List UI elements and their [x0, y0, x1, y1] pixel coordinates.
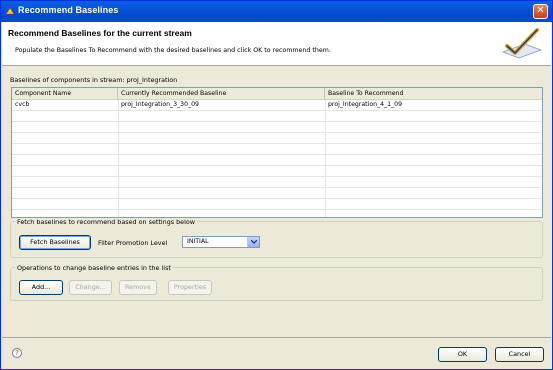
table-row-empty — [12, 199, 542, 210]
column-header-component[interactable]: Component Name — [12, 88, 118, 100]
chevron-down-icon[interactable] — [247, 237, 259, 247]
fetch-baselines-button[interactable]: Fetch Baselines — [19, 235, 91, 250]
table-section-label: Baselines of components in stream: proj_… — [10, 76, 178, 84]
table-header: Component Name Currently Recommended Bas… — [12, 88, 542, 100]
change-button[interactable]: Change... — [69, 280, 112, 295]
add-button[interactable]: Add... — [19, 280, 63, 295]
table-row-empty — [12, 144, 542, 155]
ok-button[interactable]: OK — [438, 347, 487, 362]
remove-button[interactable]: Remove — [119, 280, 157, 295]
table-row-empty — [12, 188, 542, 199]
properties-button[interactable]: Properties — [168, 280, 212, 295]
table-row[interactable]: cvcb proj_Integration_3_30_09 proj_Integ… — [12, 100, 542, 111]
filter-promotion-level-label: Filter Promotion Level — [98, 239, 168, 247]
close-button[interactable]: ✕ — [533, 4, 548, 19]
footer-separator — [2, 337, 551, 338]
header-title: Recommend Baselines for the current stre… — [8, 28, 192, 38]
fetch-group-label: Fetch baselines to recommend based on se… — [15, 218, 198, 226]
filter-promotion-level-value: INITIAL — [187, 238, 209, 245]
table-row-empty — [12, 122, 542, 133]
table-row-empty — [12, 177, 542, 188]
header-description: Populate the Baselines To Recommend with… — [15, 47, 331, 54]
column-header-baseline-to-recommend[interactable]: Baseline To Recommend — [325, 88, 542, 100]
column-header-current-baseline[interactable]: Currently Recommended Baseline — [118, 88, 325, 100]
operations-group-label: Operations to change baseline entries in… — [15, 264, 173, 272]
window-title: Recommend Baselines — [18, 5, 119, 15]
title-bar[interactable]: Recommend Baselines ✕ — [1, 1, 552, 22]
app-icon — [5, 7, 15, 15]
cell-baseline-to-recommend: proj_Integration_4_1_09 — [328, 101, 403, 108]
cell-component: cvcb — [15, 101, 30, 108]
dialog-header: Recommend Baselines for the current stre… — [2, 22, 551, 66]
baselines-table[interactable]: Component Name Currently Recommended Bas… — [11, 87, 543, 218]
filter-promotion-level-select[interactable]: INITIAL — [182, 236, 260, 248]
table-row-empty — [12, 111, 542, 122]
table-row-empty — [12, 166, 542, 177]
cell-current-baseline: proj_Integration_3_30_09 — [121, 101, 199, 108]
recommend-baselines-dialog: Recommend Baselines ✕ Recommend Baseline… — [0, 0, 553, 370]
cancel-button[interactable]: Cancel — [495, 347, 544, 362]
table-row-empty — [12, 155, 542, 166]
help-icon[interactable]: ? — [12, 348, 22, 358]
table-row-empty — [12, 133, 542, 144]
wizard-checkmark-icon — [501, 28, 543, 59]
